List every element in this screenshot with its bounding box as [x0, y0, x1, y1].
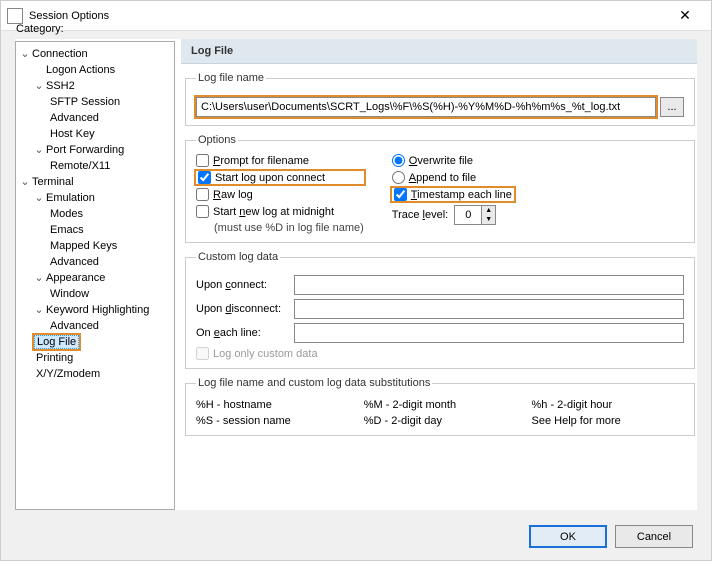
sub-S: %S - session name	[196, 415, 364, 427]
tree-hostkey[interactable]: Host Key	[48, 126, 172, 142]
session-options-window: Session Options ✕ Category: ⌄Connection …	[0, 0, 712, 561]
options-legend: Options	[196, 134, 238, 146]
app-icon	[7, 8, 23, 24]
window-title: Session Options	[29, 10, 665, 22]
trace-level-spinner[interactable]: ▲▼	[454, 205, 496, 225]
tree-ssh2-advanced[interactable]: Advanced	[48, 110, 172, 126]
title-bar: Session Options ✕	[1, 1, 711, 31]
upon-connect-label: Upon connect:	[196, 279, 286, 291]
tree-emacs[interactable]: Emacs	[48, 222, 172, 238]
overwrite-radio[interactable]: Overwrite file	[392, 154, 514, 167]
tree-xyzmodem[interactable]: X/Y/Zmodem	[34, 366, 172, 382]
log-filename-group: Log file name ...	[185, 72, 695, 126]
tree-emulation[interactable]: ⌄Emulation Modes Emacs Mapped Keys Advan…	[34, 190, 172, 270]
tree-mapped-keys[interactable]: Mapped Keys	[48, 238, 172, 254]
upon-disconnect-input[interactable]	[294, 299, 684, 319]
tree-sftp[interactable]: SFTP Session	[48, 94, 172, 110]
tree-terminal[interactable]: ⌄Terminal ⌄Emulation Modes Emacs Mapped …	[20, 174, 172, 382]
tree-printing[interactable]: Printing	[34, 350, 172, 366]
browse-button[interactable]: ...	[660, 97, 684, 117]
upon-connect-input[interactable]	[294, 275, 684, 295]
ok-button[interactable]: OK	[529, 525, 607, 548]
tree-appearance[interactable]: ⌄Appearance Window	[34, 270, 172, 302]
log-filename-legend: Log file name	[196, 72, 266, 84]
on-each-line-label: On each line:	[196, 327, 286, 339]
category-tree[interactable]: ⌄Connection Logon Actions ⌄SSH2 SFTP Ses…	[15, 41, 175, 510]
tree-kw-advanced[interactable]: Advanced	[48, 318, 172, 334]
append-radio[interactable]: Append to file	[392, 171, 514, 184]
pane-header: Log File	[181, 39, 697, 64]
custom-log-group: Custom log data Upon connect: Upon disco…	[185, 251, 695, 369]
tree-modes[interactable]: Modes	[48, 206, 172, 222]
tree-log-file[interactable]: Log File	[34, 334, 172, 350]
tree-remote-x11[interactable]: Remote/X11	[48, 158, 172, 174]
on-each-line-input[interactable]	[294, 323, 684, 343]
tree-port-forwarding[interactable]: ⌄Port Forwarding Remote/X11	[34, 142, 172, 174]
substitutions-group: Log file name and custom log data substi…	[185, 377, 695, 436]
category-label: Category:	[16, 23, 64, 35]
sub-h: %h - 2-digit hour	[532, 399, 685, 411]
raw-log-check[interactable]: Raw log	[196, 188, 364, 201]
tree-window[interactable]: Window	[48, 286, 172, 302]
midnight-note: (must use %D in log file name)	[196, 222, 364, 234]
log-only-custom-check: Log only custom data	[196, 347, 684, 360]
sub-D: %D - 2-digit day	[364, 415, 532, 427]
close-icon[interactable]: ✕	[665, 7, 705, 24]
spin-down-icon[interactable]: ▼	[481, 215, 495, 224]
trace-level-label: Trace level:	[392, 209, 448, 221]
start-midnight-check[interactable]: Start new log at midnight	[196, 205, 364, 218]
trace-level-input[interactable]	[455, 206, 481, 224]
cancel-button[interactable]: Cancel	[615, 525, 693, 548]
settings-pane: Log File Log file name ... Options PProm…	[181, 39, 697, 510]
timestamp-check[interactable]: Timestamp each line	[392, 188, 514, 201]
custom-log-legend: Custom log data	[196, 251, 280, 263]
dialog-button-bar: OK Cancel	[529, 525, 693, 548]
tree-logon-actions[interactable]: Logon Actions	[34, 62, 172, 78]
start-upon-connect-check[interactable]: Start log upon connect	[196, 171, 364, 184]
upon-disconnect-label: Upon disconnect:	[196, 303, 286, 315]
sub-H: %H - hostname	[196, 399, 364, 411]
tree-emu-advanced[interactable]: Advanced	[48, 254, 172, 270]
log-filename-input[interactable]	[196, 97, 656, 117]
options-group: Options PPrompt for filenamerompt for fi…	[185, 134, 695, 243]
tree-connection[interactable]: ⌄Connection Logon Actions ⌄SSH2 SFTP Ses…	[20, 46, 172, 174]
prompt-filename-check[interactable]: PPrompt for filenamerompt for filename	[196, 154, 364, 167]
content-area: Category: ⌄Connection Logon Actions ⌄SSH…	[15, 39, 697, 510]
spin-up-icon[interactable]: ▲	[481, 206, 495, 215]
sub-more: See Help for more	[532, 415, 685, 427]
sub-M: %M - 2-digit month	[364, 399, 532, 411]
tree-keyword-highlighting[interactable]: ⌄Keyword Highlighting Advanced	[34, 302, 172, 334]
substitutions-legend: Log file name and custom log data substi…	[196, 377, 432, 389]
tree-ssh2[interactable]: ⌄SSH2 SFTP Session Advanced Host Key	[34, 78, 172, 142]
